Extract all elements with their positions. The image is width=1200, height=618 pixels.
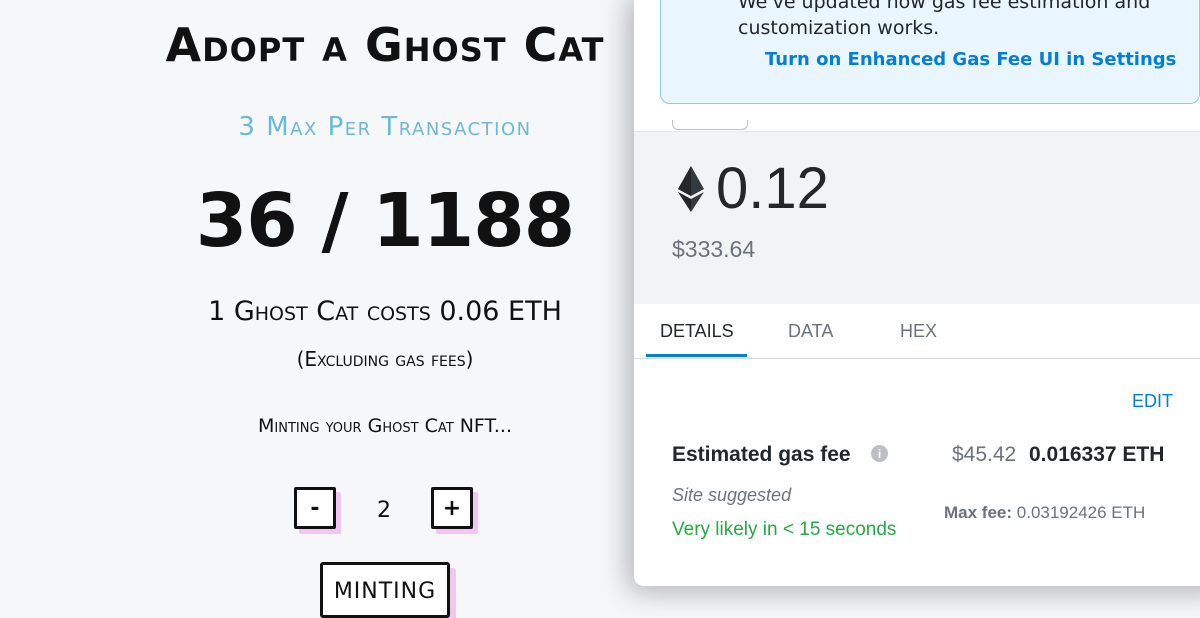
site-suggested-label: Site suggested [672, 485, 792, 505]
origin-pill [672, 120, 748, 130]
page-title: Adopt a Ghost Cat [165, 18, 605, 72]
edit-gas-button[interactable]: EDIT [1132, 391, 1173, 412]
gas-fee-eth: 0.016337 ETH [1029, 443, 1165, 466]
minted-count: 36 / 1188 [195, 178, 575, 264]
max-fee: Max fee: 0.03192426 ETH [944, 503, 1145, 523]
active-tab-indicator [646, 354, 747, 357]
price-text: 1 Ghost Cat costs 0.06 ETH [208, 296, 562, 327]
enhanced-gas-ui-link[interactable]: Turn on Enhanced Gas Fee UI in Settings [765, 49, 1176, 70]
notice-area: We've updated how gas fee estimation and… [634, 0, 1200, 131]
tab-hex[interactable]: HEX [900, 321, 937, 342]
max-fee-label: Max fee: [944, 503, 1013, 522]
confirmation-likelihood: Very likely in < 15 seconds [672, 519, 897, 540]
details-panel: EDIT Estimated gas fee i $45.42 0.016337… [634, 359, 1200, 586]
quantity-value: 2 [377, 498, 391, 523]
increment-button[interactable]: + [431, 487, 473, 529]
tab-bar: DETAILS DATA HEX [634, 304, 1200, 359]
info-icon[interactable]: i [871, 445, 888, 462]
tab-details[interactable]: DETAILS [660, 321, 734, 342]
gas-fee-fiat: $45.42 [952, 443, 1017, 466]
gas-note: (Excluding gas fees) [296, 347, 474, 371]
fiat-amount: $333.64 [672, 236, 756, 262]
eth-amount: 0.12 [716, 156, 829, 221]
estimated-gas-label: Estimated gas fee [672, 443, 851, 466]
gas-ui-notice: We've updated how gas fee estimation and… [660, 0, 1200, 104]
tab-data[interactable]: DATA [788, 321, 833, 342]
minting-status: Minting your Ghost Cat NFT... [258, 415, 512, 437]
notice-text: We've updated how gas fee estimation and… [738, 0, 1151, 39]
ethereum-icon [678, 166, 704, 216]
max-fee-value: 0.03192426 ETH [1016, 503, 1146, 522]
decrement-button[interactable]: - [294, 487, 336, 529]
wallet-confirm-popup: We've updated how gas fee estimation and… [634, 0, 1200, 586]
mint-button[interactable]: MINTING [320, 562, 450, 618]
mint-button-label: MINTING [333, 579, 437, 604]
amount-section: 0.12 $333.64 [634, 131, 1200, 305]
max-per-transaction: 3 Max Per Transaction [238, 112, 532, 142]
